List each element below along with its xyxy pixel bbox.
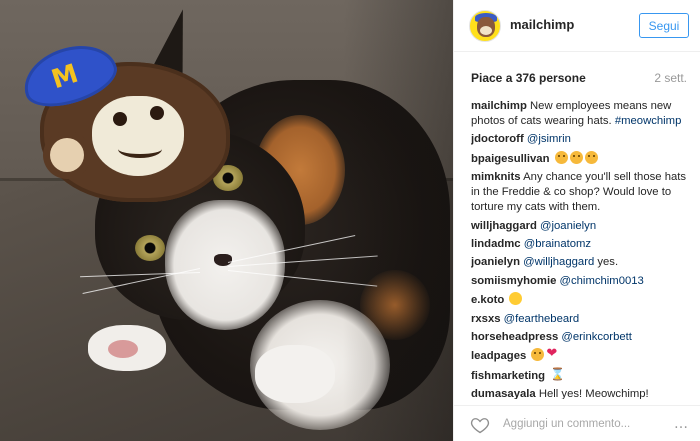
comment-user[interactable]: jdoctoroff (471, 133, 524, 145)
avatar-muzzle (480, 26, 492, 35)
comment-user[interactable]: somiismyhomie (471, 275, 556, 287)
comment-item: fishmarketing (471, 367, 691, 384)
comments-list: mailchimp New employees means new photos… (471, 99, 691, 399)
smiling-cat-emoji-icon (584, 150, 598, 164)
comment-item: mimknits Any chance you'll sell those ha… (471, 170, 691, 215)
knit-hat-eye (113, 112, 127, 126)
comment-text: Hell yes! Meowchimp! (535, 388, 649, 399)
comment-user[interactable]: mimknits (471, 171, 521, 183)
post-side-panel: mailchimp Segui Piace a 376 persone 2 se… (453, 0, 700, 441)
smiley-emoji-icon (509, 292, 523, 306)
post-photo[interactable]: M (0, 0, 453, 441)
red-heart-emoji-icon (546, 346, 559, 361)
comment-user[interactable]: bpaigesullivan (471, 153, 549, 165)
like-heart-icon[interactable] (470, 415, 490, 435)
comment-item: bpaigesullivan (471, 150, 691, 167)
comment-mention[interactable]: @fearthebeard (504, 313, 580, 325)
comment-mention[interactable]: @erinkcorbett (561, 331, 632, 343)
post-timestamp[interactable]: 2 sett. (654, 71, 687, 85)
follow-button[interactable]: Segui (639, 13, 689, 38)
comment-mention[interactable]: @chimchim0013 (560, 275, 644, 287)
comment-item: leadpages (471, 346, 691, 364)
comment-item: somiismyhomie @chimchim0013 (471, 274, 691, 289)
comment-user[interactable]: willjhaggard (471, 220, 537, 232)
more-options-icon[interactable]: … (674, 416, 689, 432)
cat-eye (135, 235, 165, 261)
knit-hat-face (92, 96, 184, 176)
cat-face-emoji-icon (531, 348, 545, 362)
comment-user[interactable]: mailchimp (471, 100, 527, 112)
comment-item: horseheadpress @erinkcorbett (471, 330, 691, 345)
comment-footer: … (454, 405, 700, 441)
comment-user[interactable]: fishmarketing (471, 370, 545, 382)
post-header: mailchimp Segui (454, 0, 700, 52)
comment-user[interactable]: dumasayala (471, 388, 536, 399)
knit-hat-mouth (118, 140, 162, 158)
cat-paw (255, 345, 335, 403)
comment-user[interactable]: e.koto (471, 294, 504, 306)
comment-item: mailchimp New employees means new photos… (471, 99, 691, 129)
username-link[interactable]: mailchimp (510, 17, 574, 32)
comment-hashtag[interactable]: #meowchimp (615, 115, 682, 127)
smiling-cat-emoji-icon (554, 150, 568, 164)
comment-user[interactable]: joanielyn (471, 256, 520, 268)
comment-user[interactable]: rxsxs (471, 313, 501, 325)
likes-count[interactable]: Piace a 376 persone (471, 71, 586, 85)
avatar[interactable] (469, 10, 501, 42)
comment-item: e.koto (471, 292, 691, 308)
comment-user[interactable]: horseheadpress (471, 331, 558, 343)
comment-user[interactable]: lindadmc (471, 238, 521, 250)
hourglass-emoji-icon (550, 367, 565, 382)
knit-hat-ear (50, 138, 84, 172)
comment-mention[interactable]: @willjhaggard (523, 256, 594, 268)
likes-row: Piace a 376 persone 2 sett. (454, 52, 700, 100)
comment-item: willjhaggard @joanielyn (471, 219, 691, 234)
add-comment-input[interactable] (503, 418, 653, 430)
cat-nose (214, 254, 232, 266)
comment-user[interactable]: leadpages (471, 350, 526, 362)
comment-item: lindadmc @brainatomz (471, 237, 691, 252)
comment-item: rxsxs @fearthebeard (471, 312, 691, 327)
comment-item: dumasayala Hell yes! Meowchimp! (471, 387, 691, 399)
smiling-cat-emoji-icon (569, 150, 583, 164)
couch-shadow (343, 0, 453, 441)
comment-mention[interactable]: @brainatomz (524, 238, 591, 250)
comment-mention[interactable]: @jsimrin (527, 133, 571, 145)
comment-item: jdoctoroff @jsimrin (471, 132, 691, 147)
cat-paw-pad (108, 340, 138, 358)
comment-mention[interactable]: @joanielyn (540, 220, 596, 232)
comment-text: yes. (594, 256, 619, 269)
comment-item: joanielyn @willjhaggard yes. (471, 255, 691, 270)
knit-hat-eye (150, 106, 164, 120)
